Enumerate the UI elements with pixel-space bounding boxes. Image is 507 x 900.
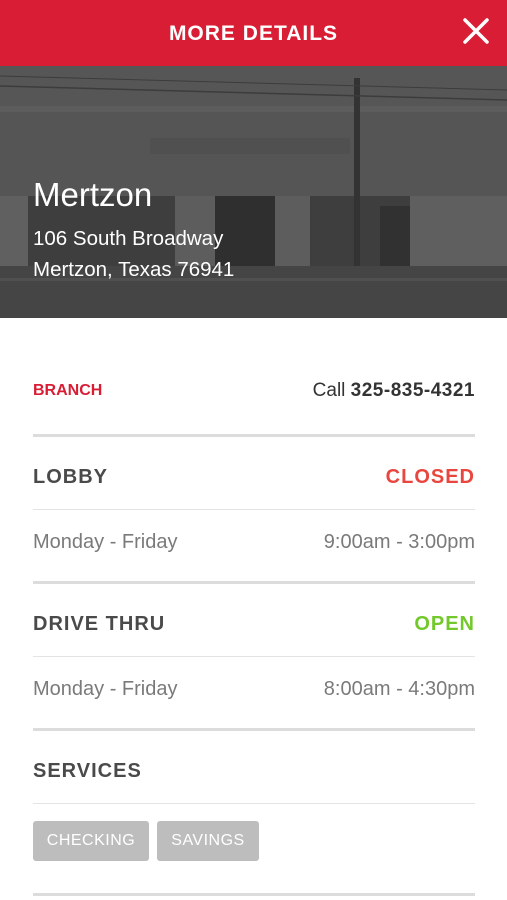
call-link[interactable]: Call 325-835-4321 (313, 380, 475, 402)
lobby-days: Monday - Friday (33, 531, 178, 553)
close-button[interactable] (459, 14, 493, 48)
phone-number[interactable]: 325-835-4321 (351, 380, 475, 401)
services-title: SERVICES (33, 760, 142, 782)
lobby-header-row: LOBBY CLOSED (33, 466, 475, 490)
address-line-1: 106 South Broadway (33, 227, 224, 250)
branch-info: Mertzon 106 South Broadway Mertzon, Texa… (33, 175, 234, 285)
drive-thru-hours: 8:00am - 4:30pm (323, 678, 475, 700)
drive-thru-days: Monday - Friday (33, 678, 178, 700)
divider (33, 434, 475, 437)
address-line-2: Mertzon, Texas 76941 (33, 258, 235, 281)
divider (33, 656, 475, 657)
call-prefix: Call (312, 380, 346, 401)
branch-hero-image: Mertzon 106 South Broadway Mertzon, Texa… (0, 66, 507, 318)
close-icon[interactable] (459, 14, 493, 48)
drive-thru-hours-row: Monday - Friday 8:00am - 4:30pm (33, 678, 475, 702)
services-header-row: SERVICES (33, 760, 475, 784)
divider (33, 803, 475, 804)
lobby-title: LOBBY (33, 466, 108, 488)
branch-row: BRANCH Call 325-835-4321 (33, 380, 475, 404)
divider (33, 581, 475, 584)
drive-thru-title: DRIVE THRU (33, 613, 166, 635)
drive-thru-status-badge: OPEN (414, 613, 475, 635)
branch-label: BRANCH (33, 382, 103, 399)
page-title: MORE DETAILS (168, 22, 339, 45)
service-tag-checking[interactable]: CHECKING (33, 821, 149, 861)
service-tag-savings[interactable]: SAVINGS (157, 821, 259, 861)
drive-thru-header-row: DRIVE THRU OPEN (33, 613, 475, 637)
lobby-hours: 9:00am - 3:00pm (323, 531, 475, 553)
lobby-status-badge: CLOSED (385, 466, 475, 488)
divider (33, 509, 475, 510)
lobby-hours-row: Monday - Friday 9:00am - 3:00pm (33, 531, 475, 555)
divider (33, 893, 475, 896)
header-bar: MORE DETAILS (0, 0, 507, 66)
branch-name: Mertzon (33, 176, 153, 213)
divider (33, 728, 475, 731)
